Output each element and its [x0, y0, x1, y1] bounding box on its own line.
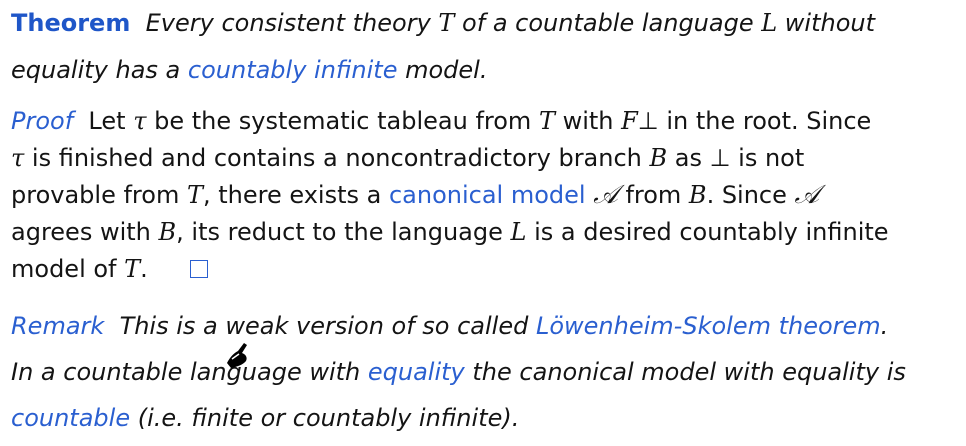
math-bottom: ⊥: [637, 107, 659, 135]
slide: Theorem Every consistent theory T of a c…: [0, 0, 966, 446]
link-countably-infinite[interactable]: countably infinite: [188, 56, 398, 84]
proof-text: as: [667, 144, 710, 172]
math-L: L: [761, 9, 778, 37]
math-T: T: [538, 107, 555, 135]
math-T: T: [186, 181, 203, 209]
math-cal-A: 𝒜: [794, 180, 820, 210]
proof-text: with: [554, 107, 622, 135]
proof-line-1: Proof Let τ be the systematic tableau fr…: [11, 103, 956, 140]
proof-text: from: [617, 181, 689, 209]
theorem-text: of a countable language: [454, 9, 762, 37]
proof-text: . Since: [706, 181, 795, 209]
proof-text: , there exists a: [202, 181, 389, 209]
math-bottom: ⊥: [709, 144, 731, 172]
proof-line-3: provable from T, there exists a canonica…: [11, 177, 956, 214]
remark-line-1: Remark This is a weak version of so call…: [11, 306, 956, 352]
proof-text: is finished and contains a noncontradict…: [24, 144, 650, 172]
math-L: L: [510, 218, 527, 246]
link-equality[interactable]: equality: [368, 358, 465, 386]
remark-line-2: In a countable language with equality th…: [11, 352, 956, 398]
math-B: B: [158, 218, 177, 246]
math-B: B: [649, 144, 668, 172]
remark-text: In a countable language with: [11, 358, 368, 386]
remark-text: the canonical model with equality is: [464, 358, 906, 386]
remark-text: This is a weak version of so called: [119, 312, 536, 340]
proof-text: in the root. Since: [658, 107, 872, 135]
math-cal-A: 𝒜: [593, 180, 618, 210]
theorem-text: without: [777, 9, 876, 37]
proof-line-5: model of T.: [11, 251, 956, 288]
proof-text: is a desired countably infinite: [526, 218, 889, 246]
math-tau: τ: [133, 107, 147, 135]
proof-text: .: [140, 255, 148, 283]
proof-block: Proof Let τ be the systematic tableau fr…: [11, 103, 956, 288]
proof-text: provable from: [11, 181, 187, 209]
proof-text: be the systematic tableau from: [146, 107, 539, 135]
proof-text: , its reduct to the language: [176, 218, 511, 246]
math-T: T: [438, 9, 455, 37]
remark-block: Remark This is a weak version of so call…: [11, 306, 956, 444]
theorem-line-2: equality has a countably infinite model.: [11, 50, 956, 97]
theorem-text: equality has a: [11, 56, 188, 84]
math-tau: τ: [11, 144, 25, 172]
proof-text: agrees with: [11, 218, 159, 246]
math-B: B: [688, 181, 707, 209]
theorem-text: Every consistent theory: [145, 9, 439, 37]
proof-label: Proof: [11, 107, 74, 135]
theorem-label: Theorem: [11, 9, 131, 37]
proof-text: is not: [730, 144, 805, 172]
theorem-line-1: Theorem Every consistent theory T of a c…: [11, 3, 956, 50]
link-lowenheim-skolem[interactable]: Löwenheim-Skolem theorem: [536, 312, 881, 340]
proof-text: model of: [11, 255, 125, 283]
proof-text: Let: [88, 107, 134, 135]
remark-text: .: [880, 312, 889, 340]
math-T: T: [124, 255, 141, 283]
link-countable[interactable]: countable: [11, 404, 130, 432]
theorem-block: Theorem Every consistent theory T of a c…: [11, 3, 956, 97]
proof-line-2: τ is finished and contains a noncontradi…: [11, 140, 956, 177]
qed-box-icon: [189, 260, 208, 278]
proof-line-4: agrees with B, its reduct to the languag…: [11, 214, 956, 251]
link-canonical-model[interactable]: canonical model: [389, 181, 586, 209]
remark-text: (i.e. finite or countably infinite).: [130, 404, 520, 432]
hand-pointer-icon: [227, 343, 247, 368]
remark-line-3: countable (i.e. finite or countably infi…: [11, 398, 956, 444]
theorem-text: model.: [397, 56, 488, 84]
remark-label: Remark: [11, 312, 105, 340]
math-F: F: [621, 107, 638, 135]
